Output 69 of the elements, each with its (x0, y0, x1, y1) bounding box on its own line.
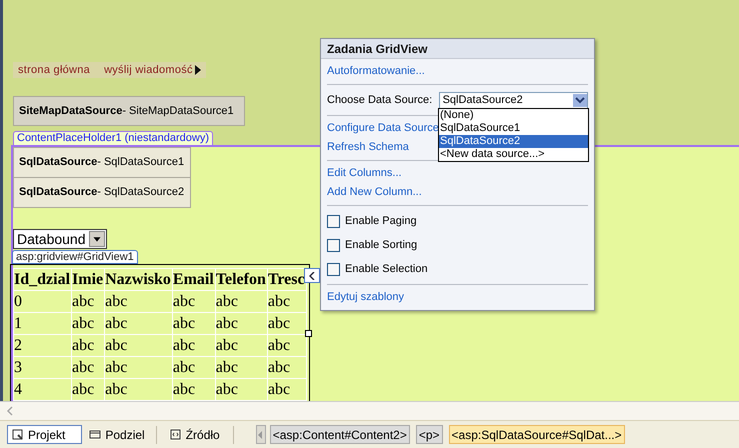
breadcrumb-tag[interactable]: <asp:SqlDataSource#SqlDat...> (448, 425, 625, 444)
table-cell: abc (267, 290, 306, 312)
horizontal-scrollbar[interactable] (0, 401, 739, 420)
gridview-tag-label: asp:gridview#GridView1 (12, 250, 138, 264)
view-tab[interactable]: Źródło (164, 425, 225, 444)
task-link[interactable]: Edit Columns... (327, 165, 402, 182)
sqldatasource-control[interactable]: SqlDataSource- SqlDataSource2 (13, 177, 191, 208)
dropdown-option[interactable]: SqlDataSource1 (439, 122, 588, 135)
dropdown-option[interactable]: (None) (439, 109, 588, 122)
checkbox[interactable] (327, 214, 340, 228)
view-icon (12, 428, 24, 440)
column-header: Email (172, 268, 216, 290)
breadcrumb-tag[interactable]: <asp:Content#Content2> (270, 425, 410, 444)
databound-dropdown[interactable]: Databound (13, 229, 107, 249)
sitemap-datasource-control[interactable]: SiteMapDataSource- SiteMapDataSource1 (13, 96, 245, 126)
table-cell: abc (215, 312, 268, 334)
table-cell: abc (215, 290, 268, 312)
resize-handle[interactable] (305, 330, 312, 337)
field-label: Choose Data Source: (327, 92, 433, 108)
task-link[interactable]: Add New Column... (327, 184, 422, 201)
task-link[interactable]: Edytuj szablony (327, 289, 404, 306)
view-tab[interactable]: Podziel (84, 425, 150, 444)
chevron-left-icon (309, 272, 315, 280)
view-icon (170, 428, 182, 440)
smart-tag-button[interactable] (304, 268, 320, 283)
view-tab[interactable]: Projekt (7, 425, 82, 444)
checkbox-label: Enable Paging (345, 214, 417, 229)
table-cell: abc (72, 356, 105, 378)
menu-link[interactable]: strona główna (18, 62, 90, 78)
checkbox-label: Enable Sorting (345, 238, 418, 253)
table-cell: abc (215, 356, 268, 378)
breadcrumb-tag[interactable]: <p> (416, 425, 443, 444)
submenu-arrow-icon (194, 65, 201, 75)
task-link[interactable]: Refresh Schema (327, 139, 409, 156)
table-cell: 0 (14, 290, 72, 312)
table-cell: abc (172, 356, 216, 378)
task-link[interactable]: Configure Data Source (327, 120, 439, 137)
dropdown-option[interactable]: <New data source...> (439, 148, 588, 161)
view-icon (89, 428, 102, 440)
table-cell: abc (267, 356, 306, 378)
column-header: Nazwisko (104, 268, 172, 290)
table-cell: abc (104, 356, 172, 378)
table-cell: abc (104, 290, 172, 312)
table-cell: 3 (14, 356, 72, 378)
panel-title: Zadania GridView (321, 39, 594, 59)
table-cell: abc (172, 312, 216, 334)
table-cell: abc (104, 334, 172, 356)
checkbox-label: Enable Selection (345, 262, 428, 277)
column-header: Telefon (215, 268, 268, 290)
table-cell: abc (72, 312, 105, 334)
table-cell: 2 (14, 334, 72, 356)
table-cell: abc (72, 290, 105, 312)
checkbox[interactable] (327, 238, 340, 252)
chevron-left-icon (258, 430, 264, 438)
task-link[interactable]: Autoformatowanie... (327, 63, 425, 80)
table-cell: abc (215, 334, 268, 356)
column-header: Id_dzial (14, 268, 72, 290)
dropdown-option[interactable]: SqlDataSource2 (439, 135, 588, 148)
table-cell: abc (172, 290, 216, 312)
table-cell: abc (104, 312, 172, 334)
table-cell: 1 (14, 312, 72, 334)
table-cell: abc (172, 334, 216, 356)
checkbox[interactable] (327, 262, 340, 276)
table-cell: abc (72, 334, 105, 356)
placeholder-label: ContentPlaceHolder1 (niestandardowy) (13, 131, 213, 146)
column-header: Imie (72, 268, 105, 290)
menu-link[interactable]: wyślij wiadomość (104, 62, 193, 78)
datasource-select[interactable]: SqlDataSource2 (438, 92, 588, 108)
sqldatasource-control[interactable]: SqlDataSource- SqlDataSource1 (13, 147, 191, 178)
